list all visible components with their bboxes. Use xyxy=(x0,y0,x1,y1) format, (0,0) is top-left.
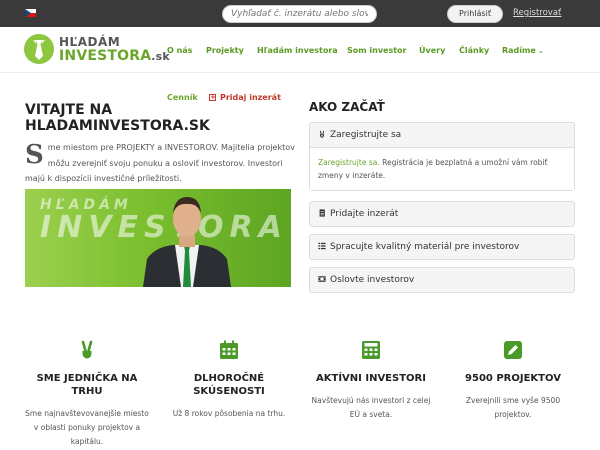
accordion-header[interactable]: Pridajte inzerát xyxy=(310,202,574,226)
accordion-add-listing[interactable]: Pridajte inzerát xyxy=(309,201,575,227)
welcome-text: Sme miestom pre PROJEKTY a INVESTOROV. M… xyxy=(25,140,295,183)
search-field[interactable] xyxy=(222,5,377,23)
film-icon xyxy=(318,276,326,282)
feature-number-one: SME JEDNIČKA NA TRHU Sme najnavštevovane… xyxy=(25,340,149,449)
accordion-body: Zaregistrujte sa. Registrácia je bezplat… xyxy=(310,147,574,190)
feature-experience: DLHOROČNÉ SKÚSENOSTI Už 8 rokov pôsobeni… xyxy=(167,340,291,421)
feature-title: SME JEDNIČKA NA TRHU xyxy=(36,373,138,397)
nav-item-hladam-investora[interactable]: Hľadám investora xyxy=(257,46,338,55)
accordion-material[interactable]: Spracujte kvalitný materiál pre investor… xyxy=(309,234,575,260)
nav-item-radime[interactable]: Radíme ⌄ xyxy=(502,46,544,55)
list-icon xyxy=(318,242,326,250)
accordion-header[interactable]: Zaregistrujte sa xyxy=(310,123,574,147)
calendar-icon xyxy=(220,340,238,359)
calculator-icon xyxy=(362,341,380,359)
tie-logo-icon xyxy=(24,34,54,64)
plus-icon: + xyxy=(209,93,216,101)
feature-title: DLHOROČNÉ SKÚSENOSTI xyxy=(193,373,265,397)
document-icon xyxy=(319,209,325,217)
feature-projects-count: 9500 PROJEKTOV Zverejnili sme vyše 9500 … xyxy=(451,340,575,422)
add-listing-link[interactable]: + Pridaj inzerát xyxy=(209,93,281,102)
pricing-link[interactable]: Cenník xyxy=(167,93,198,102)
accordion-header[interactable]: Oslovte investorov xyxy=(310,268,574,292)
feature-text: Navštevujú nás investori z celej EÚ a sv… xyxy=(311,396,431,419)
businessman-image xyxy=(143,197,231,287)
feature-text: Už 8 rokov pôsobenia na trhu. xyxy=(172,409,286,418)
accordion-register[interactable]: Zaregistrujte sa Zaregistrujte sa. Regis… xyxy=(309,122,575,191)
site-header: HĽADÁM INVESTORA.sk O nás Projekty Hľadá… xyxy=(0,27,600,73)
victory-hand-icon xyxy=(81,340,93,359)
logo-line1: HĽADÁM xyxy=(59,35,121,49)
register-link[interactable]: Registrovať xyxy=(513,8,561,18)
accordion-contact-investors[interactable]: Oslovte investorov xyxy=(309,267,575,293)
logo-line2: INVESTORA.sk xyxy=(59,48,170,64)
how-to-start-title: AKO ZAČAŤ xyxy=(309,100,385,114)
nav-item-o-nas[interactable]: O nás xyxy=(167,46,192,55)
register-inline-link[interactable]: Zaregistrujte sa. xyxy=(318,158,380,167)
victory-hand-icon xyxy=(319,130,325,138)
login-button[interactable]: Prihlásiť xyxy=(447,5,503,23)
drop-cap: S xyxy=(25,140,44,170)
feature-active-investors: AKTÍVNI INVESTORI Navštevujú nás investo… xyxy=(309,340,433,422)
nav-item-som-investor[interactable]: Som investor xyxy=(347,46,406,55)
nav-item-uvery[interactable]: Úvery xyxy=(419,46,445,55)
feature-title: AKTÍVNI INVESTORI xyxy=(316,373,426,384)
pencil-icon xyxy=(504,341,522,359)
welcome-title: VITAJTE NA HLADAMINVESTORA.SK xyxy=(25,102,210,134)
feature-title: 9500 PROJEKTOV xyxy=(465,373,561,384)
feature-text: Sme najnavštevovanejšie miesto v oblasti… xyxy=(25,409,149,446)
czech-flag-icon[interactable] xyxy=(25,9,36,17)
accordion-header[interactable]: Spracujte kvalitný materiál pre investor… xyxy=(310,235,574,259)
hero-banner: HĽADÁM INVESTORA xyxy=(25,189,291,287)
feature-text: Zverejnili sme vyše 9500 projektov. xyxy=(465,396,561,419)
site-logo[interactable]: HĽADÁM INVESTORA.sk xyxy=(24,34,170,66)
top-bar: Prihlásiť Registrovať xyxy=(0,0,600,27)
nav-item-clanky[interactable]: Články xyxy=(459,46,489,55)
nav-item-projekty[interactable]: Projekty xyxy=(206,46,244,55)
search-input[interactable] xyxy=(231,9,368,19)
chevron-down-icon: ⌄ xyxy=(537,47,544,55)
